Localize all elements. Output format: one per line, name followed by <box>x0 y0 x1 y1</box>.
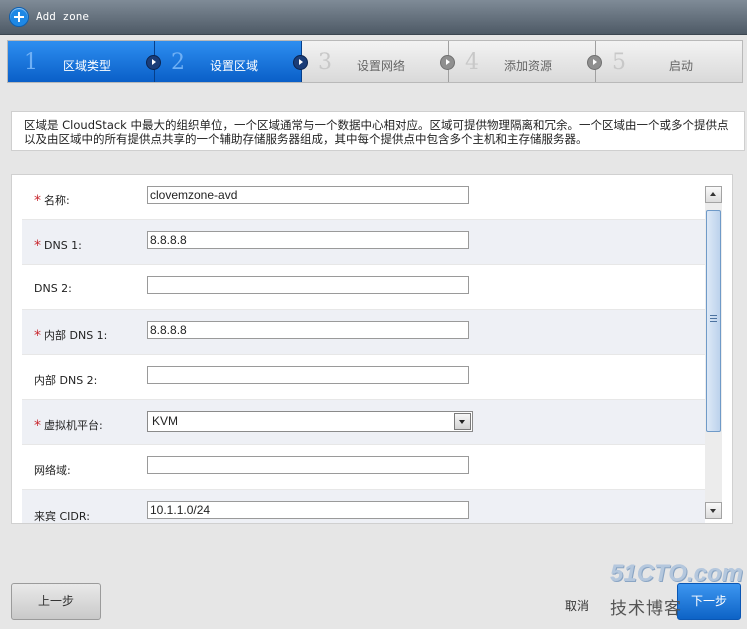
zone-description: 区域是 CloudStack 中最大的组织单位，一个区域通常与一个数据中心相对应… <box>11 111 745 151</box>
step-setup-zone[interactable]: 2 设置区域 <box>155 41 308 82</box>
title-bar: Add zone <box>0 0 747 35</box>
step-setup-network[interactable]: 3 设置网络 <box>302 41 455 82</box>
window-title: Add zone <box>36 10 89 23</box>
name-label: * 名称: <box>34 193 70 209</box>
scroll-up-icon[interactable] <box>705 186 722 203</box>
hypervisor-select[interactable]: KVM <box>147 411 473 432</box>
step-label: 设置区域 <box>209 59 258 73</box>
required-mark: * <box>34 418 41 434</box>
chevron-right-icon <box>440 55 455 70</box>
step-label: 设置网络 <box>356 59 405 73</box>
internal-dns2-input[interactable] <box>147 366 469 384</box>
internal-dns2-label: 内部 DNS 2: <box>34 374 98 387</box>
hypervisor-selected-value: KVM <box>152 414 179 428</box>
dns2-label: DNS 2: <box>34 282 72 295</box>
required-mark: * <box>34 193 41 209</box>
form-row-hypervisor: * 虚拟机平台: KVM <box>22 400 705 445</box>
watermark-text: 技术博客 <box>610 599 682 619</box>
step-launch[interactable]: 5 启动 <box>596 41 742 82</box>
network-domain-input[interactable] <box>147 456 469 474</box>
dns1-label: * DNS 1: <box>34 238 82 254</box>
step-label: 区域类型 <box>62 59 111 73</box>
step-label: 启动 <box>668 59 693 73</box>
network-domain-label: 网络域: <box>34 464 71 477</box>
required-mark: * <box>34 238 41 254</box>
dns2-input[interactable] <box>147 276 469 294</box>
step-zone-type[interactable]: 1 区域类型 <box>8 41 161 82</box>
chevron-down-icon[interactable] <box>454 413 471 430</box>
guest-cidr-input[interactable]: 10.1.1.0/24 <box>147 501 469 519</box>
cancel-button[interactable]: 取消 <box>565 597 589 614</box>
step-label: 添加资源 <box>503 59 552 73</box>
guest-cidr-label: 来宾 CIDR: <box>34 510 90 523</box>
scrollbar-thumb[interactable] <box>706 210 721 432</box>
required-mark: * <box>34 328 41 344</box>
form-row-dns1: * DNS 1: 8.8.8.8 <box>22 220 705 265</box>
previous-button[interactable]: 上一步 <box>11 583 101 620</box>
form-row-dns2: DNS 2: <box>22 265 705 310</box>
scroll-down-icon[interactable] <box>705 502 722 519</box>
watermark-logo: 51CTO.com <box>610 560 743 587</box>
description-text: 区域是 CloudStack 中最大的组织单位，一个区域通常与一个数据中心相对应… <box>24 118 729 146</box>
chevron-right-icon <box>293 55 308 70</box>
dns1-input[interactable]: 8.8.8.8 <box>147 231 469 249</box>
add-circle-icon <box>9 7 29 27</box>
grip-icon <box>710 315 717 322</box>
chevron-right-icon <box>146 55 161 70</box>
internal-dns1-input[interactable]: 8.8.8.8 <box>147 321 469 339</box>
form-row-internal-dns2: 内部 DNS 2: <box>22 355 705 400</box>
hypervisor-label: * 虚拟机平台: <box>34 418 103 434</box>
form-row-internal-dns1: * 内部 DNS 1: 8.8.8.8 <box>22 310 705 355</box>
chevron-right-icon <box>587 55 602 70</box>
step-add-resources[interactable]: 4 添加资源 <box>449 41 602 82</box>
form-row-network-domain: 网络域: <box>22 445 705 490</box>
form-row-guest-cidr: 来宾 CIDR: 10.1.1.0/24 <box>22 490 705 523</box>
wizard-steps: 1 区域类型 2 设置区域 3 设置网络 4 添加资源 5 启动 <box>7 40 743 83</box>
internal-dns1-label: * 内部 DNS 1: <box>34 328 108 344</box>
form-row-name: * 名称: clovemzone-avd <box>22 175 705 220</box>
name-input[interactable]: clovemzone-avd <box>147 186 469 204</box>
form-scrollbar[interactable] <box>705 186 722 519</box>
next-button[interactable]: 下一步 <box>677 583 741 620</box>
zone-form: * 名称: clovemzone-avd * DNS 1: 8.8.8.8 DNS … <box>11 174 733 524</box>
